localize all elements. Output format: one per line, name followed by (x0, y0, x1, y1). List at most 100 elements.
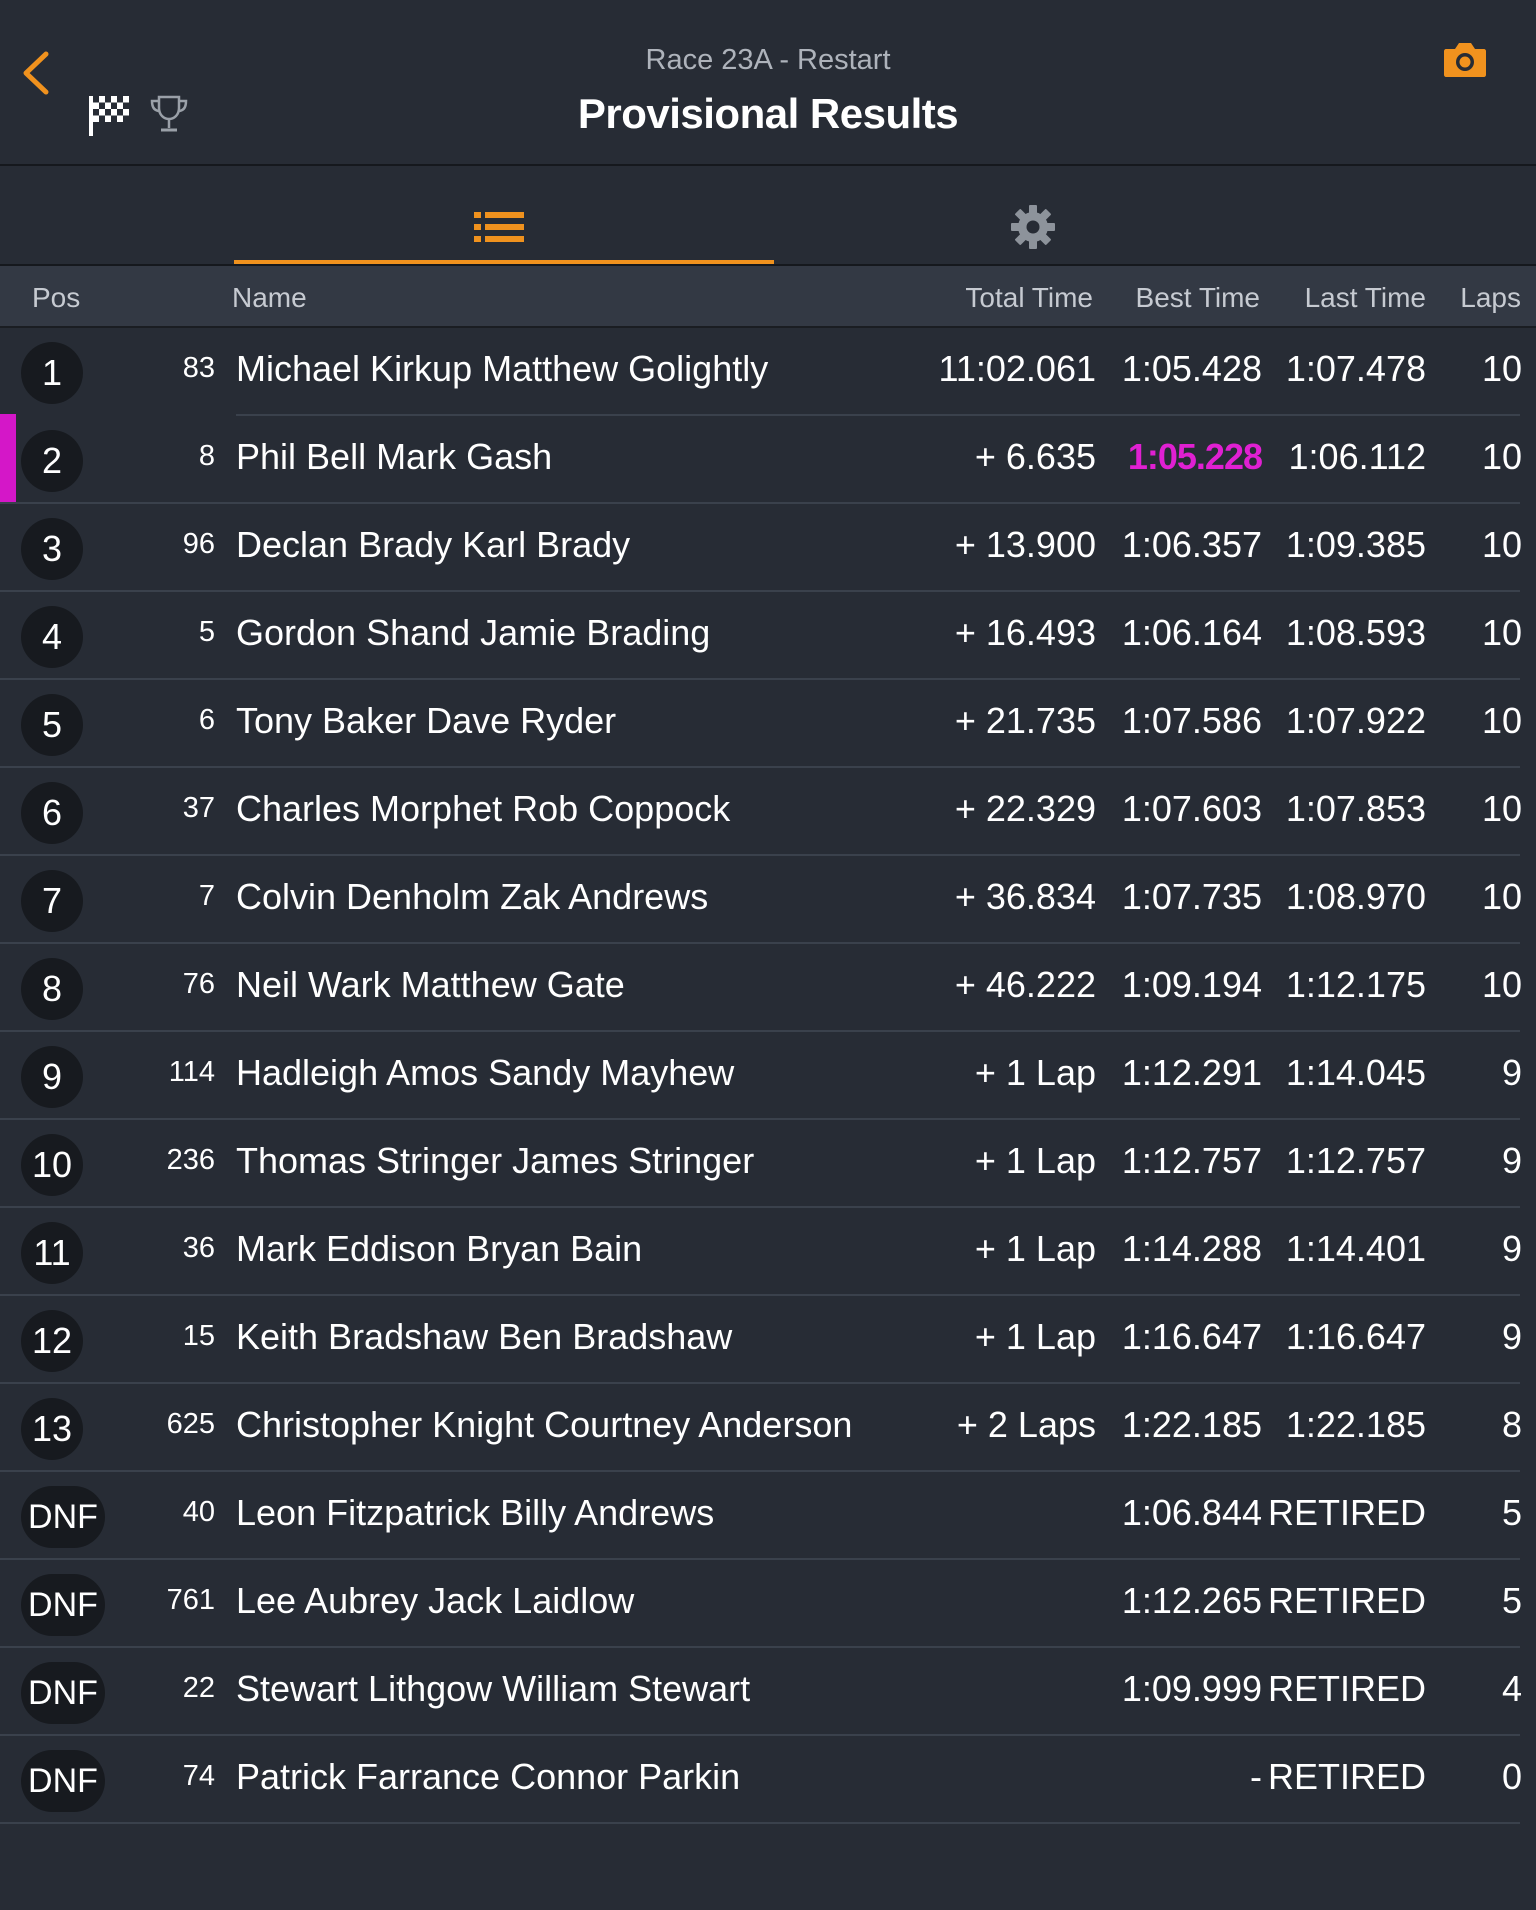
table-row[interactable]: 11 36 Mark Eddison Bryan Bain + 1 Lap 1:… (0, 1208, 1536, 1296)
screenshot-button[interactable] (1442, 40, 1488, 80)
last-time: 1:07.922 (1285, 700, 1426, 741)
page-title: Provisional Results (577, 90, 959, 137)
laps: 9 (1501, 1228, 1522, 1269)
last-time: 1:09.385 (1285, 524, 1426, 565)
position-badge: DNF (21, 1662, 105, 1724)
position-badge: 5 (21, 694, 83, 756)
last-time: 1:08.593 (1285, 612, 1426, 653)
position-badge: 4 (21, 606, 83, 668)
laps: 10 (1481, 964, 1522, 1005)
car-number: 114 (168, 1056, 215, 1088)
race-subtitle: Race 23A - Restart (645, 44, 891, 76)
position-badge: 6 (21, 782, 83, 844)
total-time: + 1 Lap (974, 1140, 1096, 1181)
total-time: + 2 Laps (956, 1404, 1096, 1445)
driver-names: Thomas Stringer James Stringer (236, 1140, 755, 1181)
table-row[interactable]: 1 83 Michael Kirkup Matthew Golightly 11… (0, 328, 1536, 416)
driver-names: Tony Baker Dave Ryder (236, 700, 617, 741)
best-time: 1:07.586 (1121, 700, 1262, 741)
header-name[interactable]: Name (232, 282, 307, 314)
table-row[interactable]: DNF 40 Leon Fitzpatrick Billy Andrews 1:… (0, 1472, 1536, 1560)
best-time: 1:09.194 (1121, 964, 1262, 1005)
tab-settings[interactable] (765, 166, 1305, 264)
best-time: 1:07.603 (1121, 788, 1262, 829)
best-time: 1:12.291 (1121, 1052, 1262, 1093)
last-time: 1:07.478 (1285, 348, 1426, 389)
best-time: 1:09.999 (1121, 1668, 1262, 1709)
active-tab-indicator (234, 260, 774, 264)
best-time: 1:05.428 (1121, 348, 1262, 389)
table-header: Pos Name Total Time Best Time Last Time … (0, 266, 1536, 328)
laps: 5 (1501, 1580, 1522, 1621)
laps: 9 (1501, 1052, 1522, 1093)
table-row[interactable]: 9 114 Hadleigh Amos Sandy Mayhew + 1 Lap… (0, 1032, 1536, 1120)
position-badge: 9 (21, 1046, 83, 1108)
laps: 10 (1481, 612, 1522, 653)
laps: 4 (1501, 1668, 1522, 1709)
total-time: + 1 Lap (974, 1228, 1096, 1269)
driver-names: Patrick Farrance Connor Parkin (236, 1756, 741, 1797)
total-time: + 16.493 (954, 612, 1096, 653)
car-number: 40 (182, 1496, 215, 1528)
last-time: RETIRED (1267, 1492, 1426, 1533)
camera-icon (1444, 43, 1486, 77)
position-badge: DNF (21, 1574, 105, 1636)
position-badge: 3 (21, 518, 83, 580)
table-row[interactable]: 2 8 Phil Bell Mark Gash + 6.635 1:05.228… (0, 416, 1536, 504)
driver-names: Mark Eddison Bryan Bain (236, 1228, 643, 1269)
footer-area (0, 1824, 1536, 1910)
driver-names: Christopher Knight Courtney Anderson (236, 1404, 853, 1445)
best-time: 1:12.757 (1121, 1140, 1262, 1181)
header-total-time[interactable]: Total Time (965, 282, 1093, 314)
position-badge: 1 (21, 342, 83, 404)
results-table: 1 83 Michael Kirkup Matthew Golightly 11… (0, 328, 1536, 1824)
table-row[interactable]: 7 7 Colvin Denholm Zak Andrews + 36.834 … (0, 856, 1536, 944)
table-row[interactable]: 5 6 Tony Baker Dave Ryder + 21.735 1:07.… (0, 680, 1536, 768)
list-icon (474, 212, 524, 242)
last-time: 1:06.112 (1288, 436, 1426, 477)
best-time: 1:06.844 (1121, 1492, 1262, 1533)
car-number: 83 (182, 352, 215, 384)
best-time: 1:14.288 (1121, 1228, 1262, 1269)
last-time: 1:07.853 (1285, 788, 1426, 829)
header-last-time[interactable]: Last Time (1305, 282, 1426, 314)
total-time: + 21.735 (954, 700, 1096, 741)
laps: 9 (1501, 1316, 1522, 1357)
last-time: 1:16.647 (1285, 1316, 1426, 1357)
table-row[interactable]: DNF 74 Patrick Farrance Connor Parkin - … (0, 1736, 1536, 1824)
best-time: 1:07.735 (1121, 876, 1262, 917)
driver-names: Declan Brady Karl Brady (236, 524, 631, 565)
last-time: 1:12.757 (1285, 1140, 1426, 1181)
laps: 8 (1501, 1404, 1522, 1445)
laps: 9 (1501, 1140, 1522, 1181)
table-row[interactable]: 13 625 Christopher Knight Courtney Ander… (0, 1384, 1536, 1472)
driver-names: Keith Bradshaw Ben Bradshaw (236, 1316, 733, 1357)
table-row[interactable]: 10 236 Thomas Stringer James Stringer + … (0, 1120, 1536, 1208)
driver-names: Colvin Denholm Zak Andrews (236, 876, 709, 917)
header-best-time[interactable]: Best Time (1136, 282, 1260, 314)
header-pos[interactable]: Pos (32, 282, 80, 314)
position-badge: DNF (21, 1750, 105, 1812)
position-badge: 7 (21, 870, 83, 932)
tab-results-list[interactable] (234, 166, 774, 264)
laps: 10 (1481, 524, 1522, 565)
position-badge: 12 (21, 1310, 83, 1372)
gear-icon (1011, 205, 1055, 249)
table-row[interactable]: 6 37 Charles Morphet Rob Coppock + 22.32… (0, 768, 1536, 856)
laps: 0 (1501, 1756, 1522, 1797)
table-row[interactable]: DNF 761 Lee Aubrey Jack Laidlow 1:12.265… (0, 1560, 1536, 1648)
table-row[interactable]: 3 96 Declan Brady Karl Brady + 13.900 1:… (0, 504, 1536, 592)
nav-header: Race 23A - Restart Provisional Results (0, 0, 1536, 166)
laps: 10 (1481, 876, 1522, 917)
table-row[interactable]: 12 15 Keith Bradshaw Ben Bradshaw + 1 La… (0, 1296, 1536, 1384)
car-number: 22 (182, 1672, 215, 1704)
table-row[interactable]: 4 5 Gordon Shand Jamie Brading + 16.493 … (0, 592, 1536, 680)
best-time: - (1250, 1756, 1262, 1797)
position-badge: 8 (21, 958, 83, 1020)
table-row[interactable]: 8 76 Neil Wark Matthew Gate + 46.222 1:0… (0, 944, 1536, 1032)
car-number: 36 (182, 1232, 215, 1264)
car-number: 7 (198, 880, 215, 912)
header-laps[interactable]: Laps (1460, 282, 1521, 314)
table-row[interactable]: DNF 22 Stewart Lithgow William Stewart 1… (0, 1648, 1536, 1736)
car-number: 76 (182, 968, 215, 1000)
